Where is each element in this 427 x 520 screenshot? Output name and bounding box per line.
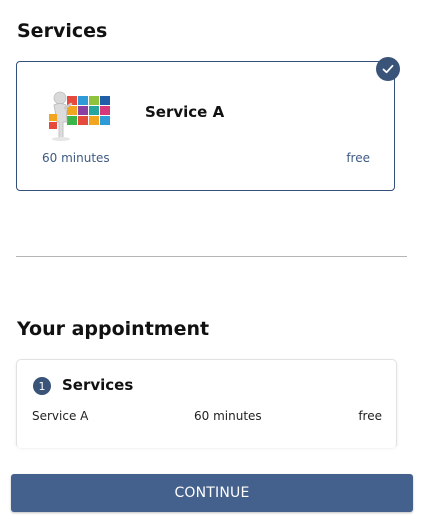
service-price: free <box>346 151 370 165</box>
service-name: Service A <box>145 103 225 121</box>
services-section-title: Services <box>17 20 108 42</box>
summary-service-name: Service A <box>32 409 89 423</box>
appointment-summary-card: 1 Services Service A 60 minutes free <box>16 359 397 449</box>
appointment-section-title: Your appointment <box>17 318 210 340</box>
selected-checkmark-icon <box>376 57 400 81</box>
summary-heading: Services <box>62 376 134 394</box>
service-illustration-icon <box>49 91 110 141</box>
summary-duration: 60 minutes <box>194 409 262 423</box>
section-divider <box>16 256 407 257</box>
service-card-service-a[interactable]: Service A 60 minutes free <box>16 61 395 191</box>
booking-page: Services Service A 60 minutes free Your … <box>0 0 427 520</box>
summary-price: free <box>358 409 382 423</box>
continue-button[interactable]: CONTINUE <box>11 474 413 512</box>
step-number-badge: 1 <box>33 377 51 395</box>
service-duration: 60 minutes <box>42 151 110 165</box>
